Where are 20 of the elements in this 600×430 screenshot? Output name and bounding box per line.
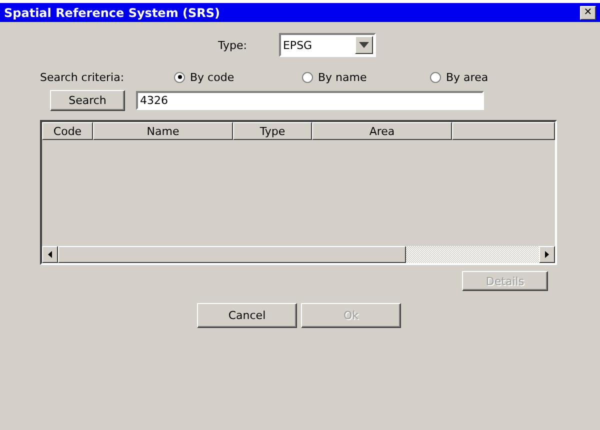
search-button[interactable]: Search [50, 90, 125, 111]
radio-option[interactable]: By code [174, 70, 234, 84]
radio-option[interactable]: By name [302, 70, 367, 84]
search-input[interactable]: 4326 [136, 91, 484, 110]
type-label: Type: [218, 38, 247, 52]
horizontal-scrollbar[interactable] [42, 246, 555, 263]
scroll-right-icon[interactable] [539, 246, 555, 263]
radio-option[interactable]: By area [430, 70, 488, 84]
search-criteria-label: Search criteria: [40, 70, 124, 84]
window-title: Spatial Reference System (SRS) [4, 6, 220, 20]
column-header[interactable]: Area [312, 122, 452, 140]
dialog-button[interactable]: Cancel [197, 303, 297, 328]
column-header[interactable]: Code [42, 122, 93, 140]
type-value: EPSG [282, 38, 312, 52]
column-header[interactable]: Type [233, 122, 312, 140]
scrollbar-thumb[interactable] [58, 246, 406, 263]
type-dropdown[interactable]: EPSG [278, 33, 376, 57]
scroll-left-icon[interactable] [42, 246, 58, 263]
close-button[interactable]: ✕ [580, 6, 596, 20]
column-header[interactable]: Name [93, 122, 233, 140]
